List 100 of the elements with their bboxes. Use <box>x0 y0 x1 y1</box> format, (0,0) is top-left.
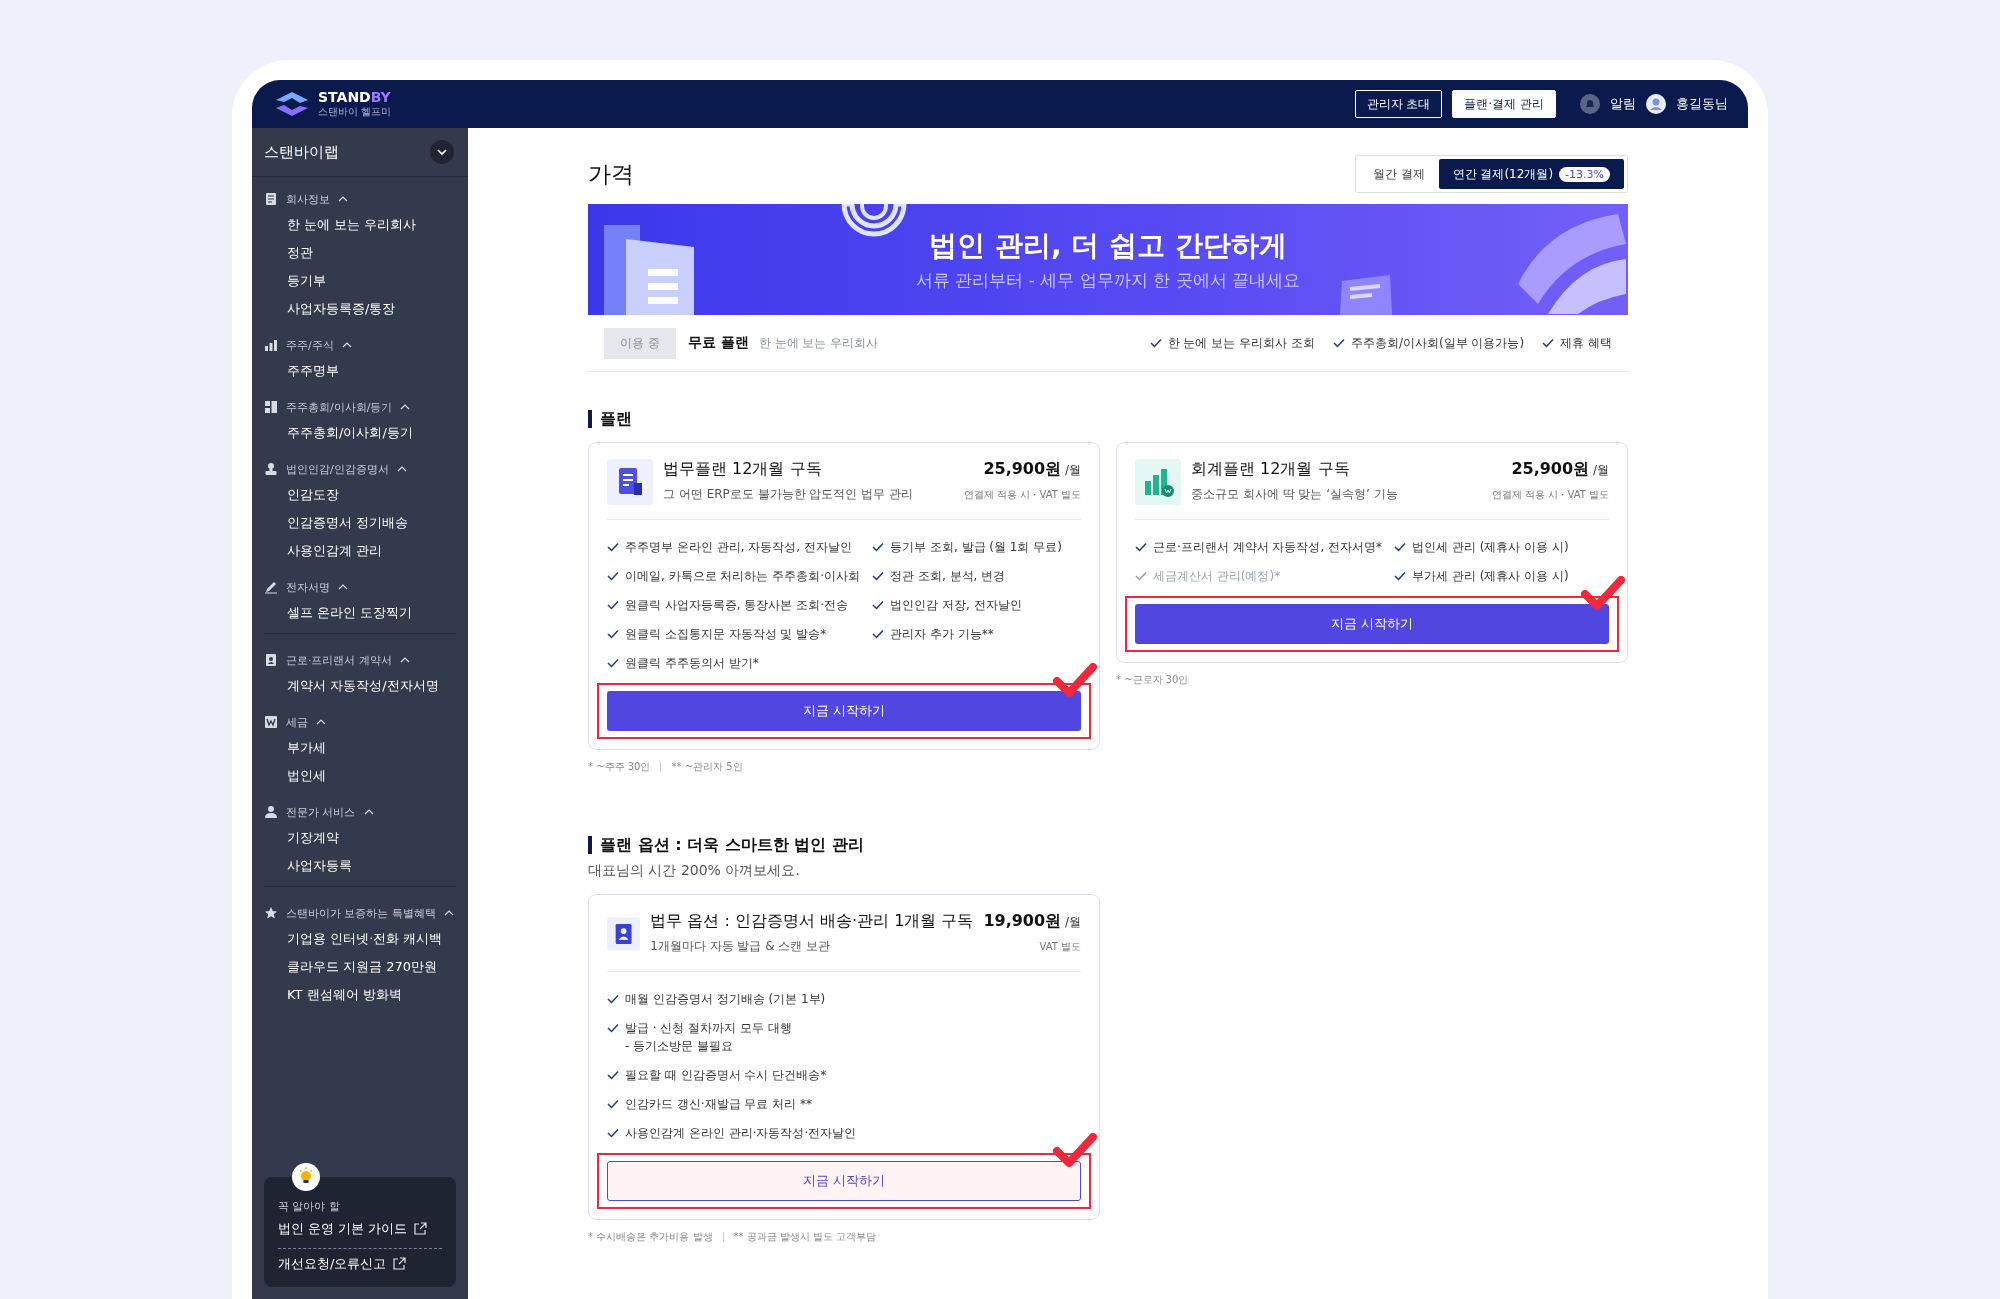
feature-text: 원클릭 주주동의서 받기* <box>625 654 759 672</box>
external-link-icon[interactable] <box>392 1257 407 1271</box>
feature-text: 정관 조회, 분석, 변경 <box>890 567 1006 585</box>
company-name: 스탠바이랩 <box>264 142 339 162</box>
chevron-up-icon[interactable] <box>400 657 410 663</box>
menu-item[interactable]: 주주명부 <box>264 357 456 385</box>
feature-text: 근로·프리랜서 계약서 자동작성, 전자서명* <box>1153 538 1383 556</box>
chevron-up-icon[interactable] <box>341 342 352 348</box>
feature-text: 주주총회/이사회(일부 이용가능) <box>1350 334 1525 352</box>
feature-text: 등기부 조회, 발급 (월 1회 무료) <box>890 538 1062 556</box>
plan-price: 25,900원 /월 <box>983 459 1081 480</box>
price-note: 연결제 적용 시 · VAT 별도 <box>1491 488 1609 502</box>
star-icon <box>264 906 278 920</box>
feature-text: 법인인감 저장, 전자날인 <box>890 596 1022 614</box>
bar-chart-icon <box>1135 459 1181 505</box>
menu-item[interactable]: KT 랜섬웨어 방화벽 <box>264 981 456 1009</box>
chevron-up-icon[interactable] <box>338 196 348 202</box>
chevron-up-icon[interactable] <box>363 809 374 815</box>
plan-name: 법무 옵션 : 인감증명서 배송·관리 1개월 구독 <box>650 911 974 932</box>
menu-section-title[interactable]: 법인인감/인감증명서 <box>286 461 389 477</box>
guide-link[interactable]: 개선요청/오류신고 <box>278 1255 387 1273</box>
check-icon <box>1149 338 1162 348</box>
chevron-up-icon[interactable] <box>444 910 454 916</box>
discount-badge: -13.3% <box>1559 166 1610 182</box>
banner-subtitle: 서류 관리부터 - 세무 업무까지 한 곳에서 끝내세요 <box>916 269 1300 292</box>
logo-wordmark: STANDBY <box>318 89 392 105</box>
menu-section-title[interactable]: 근로·프리랜서 계약서 <box>286 652 392 668</box>
feature-text: 발급 · 신청 절차까지 모두 대행 - 등기소방문 불필요 <box>625 1019 792 1055</box>
section-heading: 플랜 <box>588 410 1628 428</box>
chevron-up-icon[interactable] <box>400 404 411 410</box>
plan-description: 그 어떤 ERP로도 불가능한 압도적인 법무 관리 <box>663 486 915 503</box>
header-button[interactable]: 플랜·결제 관리 <box>1452 90 1556 118</box>
menu-item[interactable]: 등기부 <box>264 267 456 295</box>
feature-text: 필요할 때 인감증명서 수시 단건배송* <box>625 1066 827 1084</box>
menu-section-title[interactable]: 전문가 서비스 <box>286 804 356 820</box>
menu-section-title[interactable]: 주주/주식 <box>286 337 334 353</box>
avatar-icon[interactable] <box>1646 94 1666 114</box>
footnote: * ~주주 30인 <box>588 760 651 774</box>
footnote: ** ~관리자 5인 <box>671 760 743 774</box>
feature-text: 매월 인감증명서 정기배송 (기본 1부) <box>625 990 826 1008</box>
section-subtitle: 대표님의 시간 200% 아껴보세요. <box>588 862 801 880</box>
notifications-link[interactable]: 알림 <box>1610 95 1636 113</box>
current-plan-name: 무료 플랜 <box>687 334 749 352</box>
menu-item[interactable]: 기장계약 <box>264 824 456 852</box>
menu-section-title[interactable]: 주주총회/이사회/등기 <box>286 399 393 415</box>
menu-section-title[interactable]: 전자서명 <box>286 579 330 595</box>
pen-icon <box>264 580 278 594</box>
menu-item[interactable]: 부가세 <box>264 734 456 762</box>
status-badge: 이용 중 <box>604 327 676 359</box>
feature-text: 관리자 추가 기능** <box>890 625 994 643</box>
menu-item[interactable]: 한 눈에 보는 우리회사 <box>264 211 456 239</box>
start-button[interactable]: 지금 시작하기 <box>607 1161 1081 1201</box>
menu-item[interactable]: 정관 <box>264 239 456 267</box>
menu-item[interactable]: 클라우드 지원금 270만원 <box>264 953 456 981</box>
section-heading: 플랜 옵션 : 더욱 스마트한 법인 관리 <box>588 836 1628 854</box>
chevron-down-icon[interactable] <box>430 140 454 164</box>
feature-text: 법인세 관리 (제휴사 이용 시) <box>1412 538 1569 556</box>
guide-link[interactable]: 법인 운영 기본 가이드 <box>278 1220 408 1238</box>
feature-text: 제휴 혜택 <box>1560 334 1612 352</box>
external-link-icon[interactable] <box>413 1222 428 1236</box>
feature-text: 인감카드 갱신·재발급 무료 처리 ** <box>625 1095 813 1113</box>
light-bulb-icon <box>292 1163 320 1191</box>
current-plan-description: 한 눈에 보는 우리회사 <box>758 334 879 352</box>
check-icon <box>1332 338 1345 348</box>
feature-text: 이메일, 카톡으로 처리하는 주주총회·이사회 <box>625 567 861 585</box>
user-name[interactable]: 홍길동님 <box>1676 95 1728 113</box>
menu-section-title[interactable]: 회사정보 <box>286 191 330 207</box>
plan-description: 1개월마다 자동 발급 & 스캔 보관 <box>650 938 832 955</box>
feature-text: 사용인감계 온라인 관리·자동작성·전자날인 <box>625 1124 857 1142</box>
plan-price: 19,900원 /월 <box>983 911 1081 932</box>
start-button[interactable]: 지금 시작하기 <box>1135 604 1609 644</box>
plan-name: 회계플랜 12개월 구독 <box>1191 459 1351 480</box>
menu-item[interactable]: 기업용 인터넷·전화 캐시백 <box>264 925 456 953</box>
menu-item[interactable]: 인감도장 <box>264 481 456 509</box>
id-card-icon <box>264 653 278 667</box>
start-button[interactable]: 지금 시작하기 <box>607 691 1081 731</box>
menu-item[interactable]: 주주총회/이사회/등기 <box>264 419 456 447</box>
logo-tagline: 스탠바이 헬프미 <box>318 104 392 119</box>
plan-name: 법무플랜 12개월 구독 <box>663 459 823 480</box>
menu-item[interactable]: 인감증명서 정기배송 <box>264 509 456 537</box>
chevron-up-icon[interactable] <box>338 584 348 590</box>
plan-price: 25,900원 /월 <box>1511 459 1609 480</box>
feature-text: 원클릭 소집통지문 자동작성 및 발송* <box>625 625 827 643</box>
menu-item[interactable]: 법인세 <box>264 762 456 790</box>
menu-item[interactable]: 사업자등록증/통장 <box>264 295 456 323</box>
header-button[interactable]: 관리자 초대 <box>1354 90 1443 118</box>
banner-headline: 법인 관리, 더 쉽고 간단하게 <box>929 228 1287 264</box>
check-icon <box>1542 338 1555 348</box>
billing-option[interactable]: 연간 결제(12개월) -13.3% <box>1438 159 1624 189</box>
chevron-up-icon[interactable] <box>316 719 326 725</box>
menu-item[interactable]: 계약서 자동작성/전자서명 <box>264 672 456 700</box>
menu-item[interactable]: 사업자등록 <box>264 852 456 880</box>
menu-item[interactable]: 셀프 온라인 도장찍기 <box>264 599 456 627</box>
menu-item[interactable]: 사용인감계 관리 <box>264 537 456 565</box>
feature-text: 부가세 관리 (제휴사 이용 시) <box>1412 567 1569 585</box>
chevron-up-icon[interactable] <box>396 466 407 472</box>
menu-section-title[interactable]: 스탠바이가 보증하는 특별혜택 <box>286 905 436 921</box>
bar-chart-icon <box>264 338 278 352</box>
bell-icon[interactable] <box>1580 94 1600 114</box>
menu-section-title[interactable]: 세금 <box>286 714 308 730</box>
